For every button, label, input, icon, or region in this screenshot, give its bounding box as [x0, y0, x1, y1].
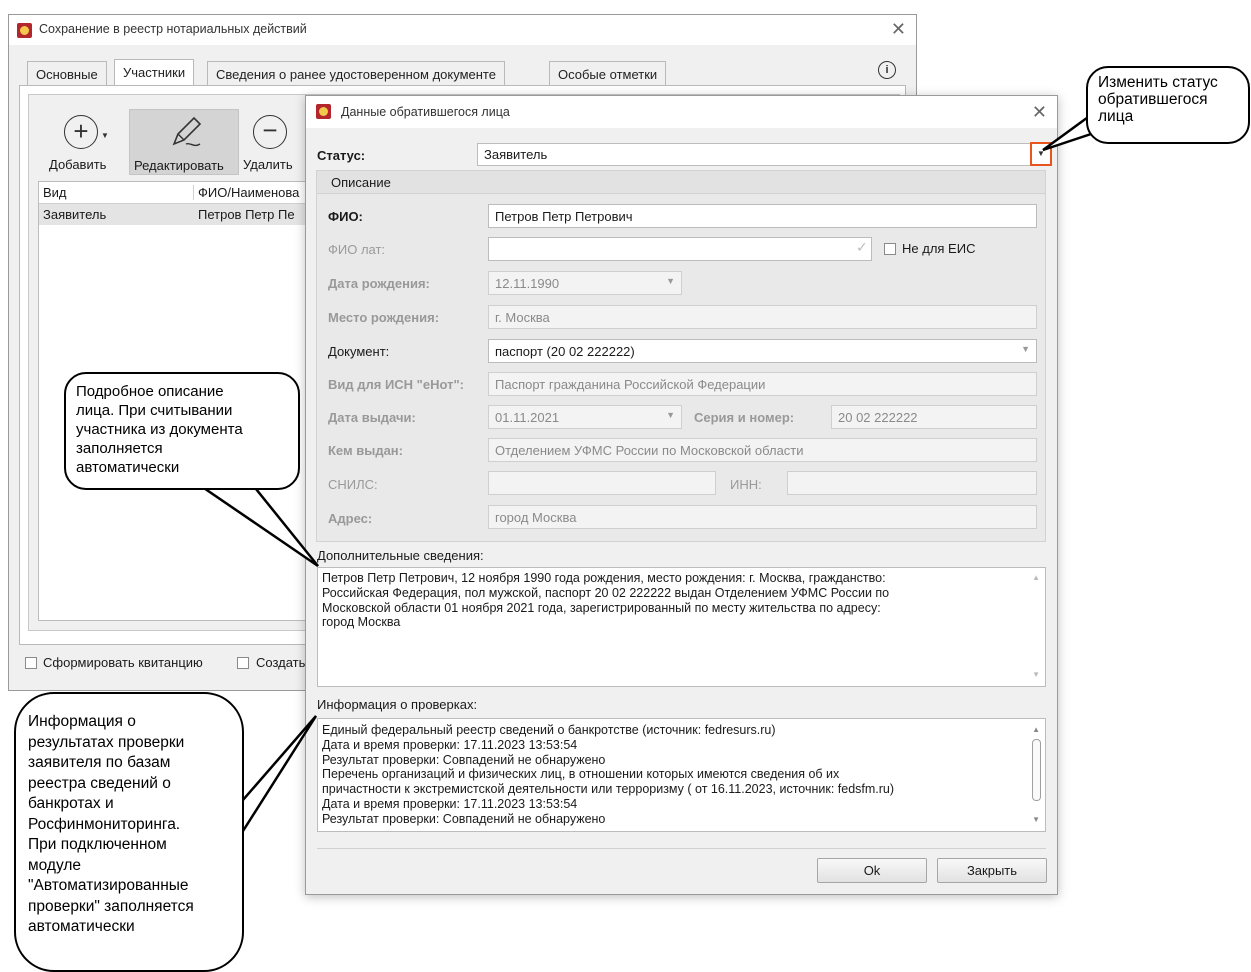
callout-line: Подробное описание [76, 383, 224, 400]
callout-line: Росфинмониторинга. [28, 815, 181, 833]
description-callout: Подробное описание лица. При считывании … [64, 372, 300, 490]
callout-line: банкротах и [28, 795, 114, 812]
callout-line: автоматически [76, 459, 180, 476]
callout-line: обратившегося [1098, 91, 1208, 108]
callout-line: Информация о [28, 713, 136, 730]
callout-line: При подключенном [28, 836, 167, 853]
callout-line: заявителя по базам [28, 754, 171, 771]
callout-line: автоматически [28, 918, 135, 935]
callout-line: Изменить статус [1098, 74, 1218, 91]
callout-line: "Автоматизированные [28, 877, 189, 894]
callout-line: результатах проверки [28, 733, 185, 751]
callout-line: заполняется [76, 440, 163, 457]
status-callout: Изменить статус обратившегося лица [1086, 66, 1250, 144]
callout-line: лица. При считывании [76, 402, 233, 419]
callout-line: проверки" заполняется [28, 897, 194, 915]
callout-line: лица [1098, 108, 1134, 125]
checks-callout: Информация о результатах проверки заявит… [14, 692, 244, 972]
callout-line: реестра сведений о [28, 774, 171, 792]
callout-line: модуле [28, 856, 82, 874]
callout-line: участника из документа [76, 421, 243, 438]
